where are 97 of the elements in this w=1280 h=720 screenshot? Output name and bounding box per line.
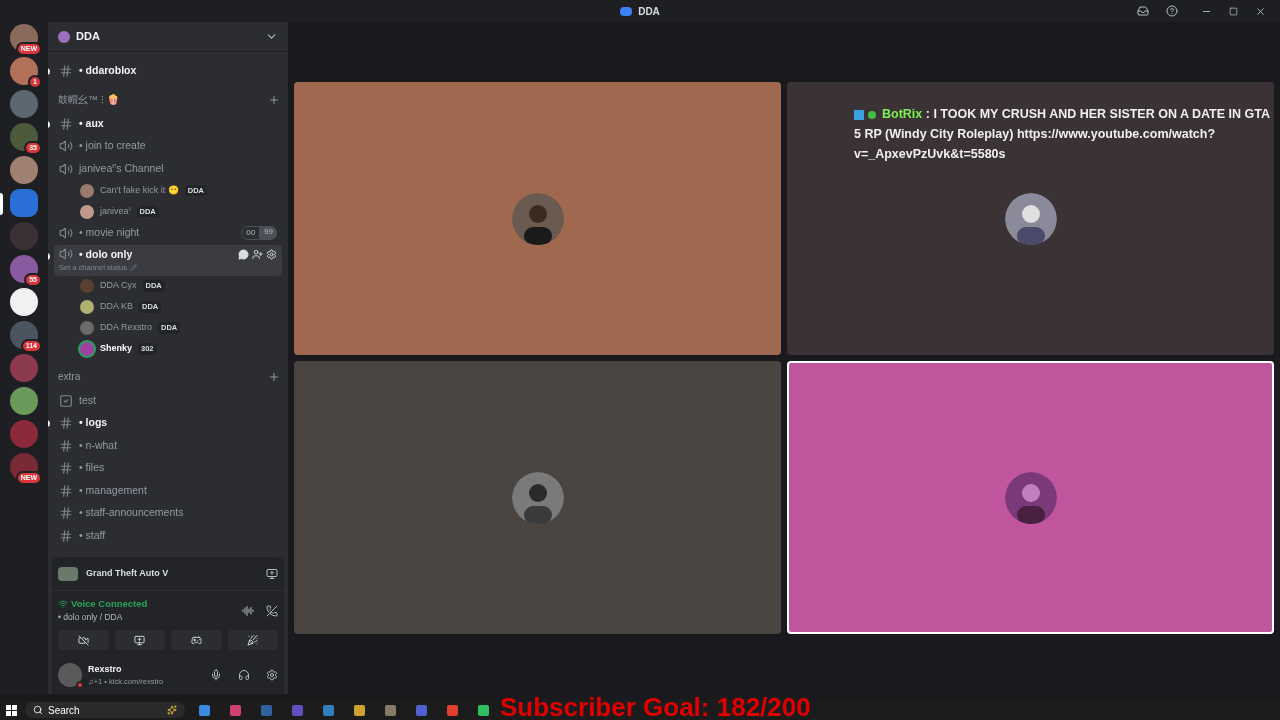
speaker-icon xyxy=(59,139,73,154)
participant-avatar xyxy=(511,192,564,245)
camera-off-icon xyxy=(77,634,89,646)
channel-item[interactable]: test xyxy=(54,389,282,412)
video-tile[interactable]: BotRix : I TOOK MY CRUSH AND HER SISTER ON A DATE IN GTA 5 RP (Windy City Roleplay) https://www.youtube.com/watch?v=_ApxevPzUvk&t=5580s xyxy=(787,82,1274,355)
channel-item[interactable]: • staff-announcements xyxy=(54,502,282,525)
server-icon[interactable] xyxy=(10,288,38,316)
taskbar-app-icon[interactable] xyxy=(199,704,210,716)
add-channel-icon[interactable] xyxy=(268,93,280,106)
party-popper-icon xyxy=(247,634,259,646)
screen-share-icon[interactable] xyxy=(266,567,278,580)
member-name[interactable]: janiveaᑊ xyxy=(100,204,131,219)
participant-avatar xyxy=(1004,471,1057,524)
taskbar-app-icon[interactable] xyxy=(416,704,427,716)
hash-icon xyxy=(59,461,73,476)
category-label[interactable]: extra xyxy=(58,369,81,384)
member-name[interactable]: DDA Rexstro xyxy=(100,321,152,335)
channel-item[interactable]: janiveaᑊ's Channel xyxy=(54,157,282,180)
game-title: Grand Theft Auto V xyxy=(86,566,170,580)
server-icon[interactable] xyxy=(10,123,38,151)
channel-item[interactable]: • movie night 00 99 xyxy=(54,222,282,245)
hash-icon xyxy=(59,506,73,521)
chat-message: BotRix : I TOOK MY CRUSH AND HER SISTER ON A DATE IN GTA 5 RP (Windy City Roleplay) https://www.youtube.com/watch?v=_ApxevPzUvk&t=5580s xyxy=(854,106,1270,163)
game-icon xyxy=(58,566,78,581)
microphone-icon[interactable] xyxy=(210,669,222,681)
member-name[interactable]: Can't fake kick it 😶 xyxy=(100,183,179,198)
member-name[interactable]: DDA Cyx xyxy=(100,279,137,293)
signal-icon xyxy=(58,599,68,610)
voice-channel[interactable]: • dolo only / DDA xyxy=(58,611,242,624)
noise-suppression-icon[interactable] xyxy=(242,604,254,617)
member-avatar[interactable] xyxy=(80,300,94,314)
participant-avatar xyxy=(1004,192,1057,245)
user-avatar[interactable] xyxy=(58,663,82,687)
server-icon xyxy=(58,30,70,43)
inbox-icon[interactable] xyxy=(1137,5,1149,17)
hash-icon xyxy=(59,438,73,453)
taskbar-app-icon[interactable] xyxy=(385,704,396,716)
share-screen-button[interactable] xyxy=(114,630,165,650)
participant-avatar xyxy=(511,471,564,524)
app-logo-icon xyxy=(620,6,633,16)
server-icon[interactable] xyxy=(10,321,38,349)
taskbar-app-icon[interactable] xyxy=(230,704,241,716)
soundboard-button[interactable] xyxy=(227,630,278,650)
channel-item[interactable]: • files xyxy=(54,457,282,480)
camera-button[interactable] xyxy=(58,630,109,650)
username: Rexstro xyxy=(88,662,123,676)
member-avatar[interactable] xyxy=(80,204,94,219)
add-channel-icon[interactable] xyxy=(268,370,280,383)
sparkles-icon xyxy=(167,705,177,715)
settings-icon[interactable] xyxy=(266,248,277,260)
hash-icon xyxy=(59,528,73,543)
speaker-icon xyxy=(59,226,73,241)
settings-icon[interactable] xyxy=(266,669,278,681)
speaker-icon xyxy=(59,247,73,262)
taskbar-app-icon[interactable] xyxy=(478,704,489,716)
gamepad-icon xyxy=(190,634,202,646)
hash-icon xyxy=(59,416,73,431)
server-icon[interactable] xyxy=(10,255,38,283)
member-name[interactable]: Shenky xyxy=(100,342,132,356)
channel-item[interactable]: • ddaroblox xyxy=(54,60,282,83)
member-avatar[interactable] xyxy=(80,183,94,198)
close-icon[interactable] xyxy=(1255,5,1266,17)
hash-icon xyxy=(59,64,73,79)
server-name[interactable]: DDA xyxy=(76,28,259,45)
search-field[interactable]: Search xyxy=(25,702,185,718)
channel-item[interactable]: • logs xyxy=(54,412,282,435)
maximize-icon[interactable] xyxy=(1229,6,1238,16)
member-avatar[interactable] xyxy=(80,321,94,335)
chat-icon[interactable] xyxy=(238,248,249,260)
video-tile[interactable] xyxy=(787,361,1274,634)
voice-status[interactable]: Voice Connected xyxy=(71,597,148,612)
screen-share-icon xyxy=(134,634,146,646)
hash-icon xyxy=(59,116,73,131)
channel-item[interactable]: • n-what xyxy=(54,434,282,457)
channel-item[interactable]: • aux xyxy=(54,112,282,135)
help-icon[interactable] xyxy=(1166,5,1178,17)
invite-icon[interactable] xyxy=(252,248,263,260)
channel-item[interactable]: • staff xyxy=(54,524,282,547)
category-label[interactable]: 鼓帽幺™ ⁝ 🍿 xyxy=(58,92,119,107)
window-title: DDA xyxy=(638,4,660,19)
video-tile[interactable] xyxy=(294,361,781,634)
start-icon[interactable] xyxy=(6,704,17,716)
subscriber-goal: Subscriber Goal: 182/200 xyxy=(500,691,811,720)
video-tile[interactable] xyxy=(294,82,781,355)
taskbar-app-icon[interactable] xyxy=(354,704,365,716)
member-name[interactable]: DDA KB xyxy=(100,300,133,314)
headphones-icon[interactable] xyxy=(238,669,250,681)
taskbar-app-icon[interactable] xyxy=(323,704,334,716)
forum-icon xyxy=(59,393,73,408)
search-icon xyxy=(33,705,43,715)
disconnect-icon[interactable] xyxy=(266,604,278,617)
speaker-icon xyxy=(59,161,73,176)
hash-icon xyxy=(59,483,73,498)
activity-button[interactable] xyxy=(171,630,222,650)
taskbar-app-icon[interactable] xyxy=(447,704,458,716)
channel-item[interactable]: • join to create xyxy=(54,135,282,158)
channel-item[interactable]: • management xyxy=(54,479,282,502)
